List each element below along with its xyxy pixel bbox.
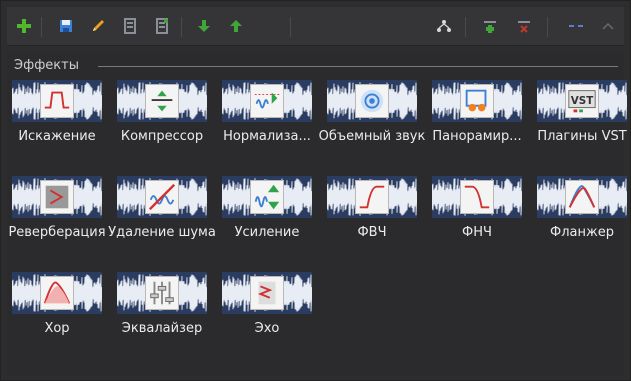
effect-label: Эхо	[254, 321, 280, 336]
toolbar-separator	[465, 17, 466, 37]
edit-icon[interactable]	[85, 13, 111, 39]
effect-tile[interactable]: ФНЧ	[425, 176, 529, 272]
effect-label: Искажение	[18, 129, 96, 144]
insert-icon[interactable]	[477, 13, 503, 39]
effect-label: Реверберация	[8, 225, 106, 240]
effect-thumbnail[interactable]	[327, 80, 417, 122]
effect-label: Объемный звук	[318, 129, 426, 144]
collapse-icon[interactable]	[563, 13, 589, 39]
effect-thumbnail[interactable]	[222, 272, 312, 314]
effect-thumbnail[interactable]	[222, 176, 312, 218]
reverb-icon	[40, 180, 74, 214]
effect-label: Компрессор	[120, 129, 204, 144]
effect-label: Эквалайзер	[121, 321, 203, 336]
effect-tile[interactable]: Эхо	[215, 272, 319, 368]
effect-thumbnail[interactable]	[117, 272, 207, 314]
effect-thumbnail[interactable]	[222, 80, 312, 122]
effect-tile[interactable]: Удаление шума	[108, 176, 216, 272]
effect-label: Плагины VST	[537, 129, 627, 144]
effect-tile[interactable]: Фланжер	[530, 176, 631, 272]
effect-label: Панорамир...	[432, 129, 522, 144]
effect-label: ФВЧ	[357, 225, 387, 240]
effect-label: ФНЧ	[462, 225, 492, 240]
effect-thumbnail[interactable]	[327, 176, 417, 218]
noise-removal-icon	[145, 180, 179, 214]
effect-label: Усиление	[234, 225, 300, 240]
echo-icon	[250, 276, 284, 310]
remove-icon[interactable]	[511, 13, 537, 39]
highpass-icon	[355, 180, 389, 214]
save-icon[interactable]	[53, 13, 79, 39]
group-divider	[98, 66, 618, 67]
effect-tile[interactable]: Хор	[5, 272, 109, 368]
effect-thumbnail[interactable]	[12, 272, 102, 314]
effect-thumbnail[interactable]	[12, 80, 102, 122]
toolbar	[7, 7, 624, 46]
panorama-icon	[460, 84, 494, 118]
effect-thumbnail[interactable]	[537, 176, 627, 218]
effect-label: Нормализа...	[223, 129, 311, 144]
effect-label: Хор	[44, 321, 70, 336]
effect-thumbnail[interactable]: VST	[537, 80, 627, 122]
effect-tile[interactable]: Компрессор	[110, 80, 214, 176]
preset-save-icon[interactable]	[149, 13, 175, 39]
toolbar-separator	[41, 17, 42, 37]
effect-tile[interactable]: Эквалайзер	[110, 272, 214, 368]
vst-plugins-icon: VST	[565, 84, 599, 118]
effect-label: Фланжер	[550, 225, 614, 240]
effect-thumbnail[interactable]	[117, 176, 207, 218]
move-up-icon[interactable]	[223, 13, 249, 39]
distortion-icon	[40, 84, 74, 118]
effect-thumbnail[interactable]	[117, 80, 207, 122]
lowpass-icon	[460, 180, 494, 214]
compressor-icon	[145, 84, 179, 118]
amplify-icon	[250, 180, 284, 214]
effect-tile[interactable]: Искажение	[5, 80, 109, 176]
effect-thumbnail[interactable]	[12, 176, 102, 218]
toolbar-separator	[181, 17, 182, 37]
effect-label: Удаление шума	[108, 225, 216, 240]
svg-text:VST: VST	[571, 95, 594, 107]
effect-tile[interactable]: Объемный звук	[319, 80, 425, 176]
preset-load-icon[interactable]	[117, 13, 143, 39]
effect-tile[interactable]: Реверберация	[5, 176, 109, 272]
effect-tile[interactable]: VST Плагины VST	[530, 80, 631, 176]
flanger-icon	[565, 180, 599, 214]
normalize-icon	[250, 84, 284, 118]
group-title: Эффекты	[14, 58, 85, 73]
effect-tile[interactable]: ФВЧ	[320, 176, 424, 272]
move-down-icon[interactable]	[191, 13, 217, 39]
effect-tile[interactable]: Усиление	[215, 176, 319, 272]
surround-icon	[355, 84, 389, 118]
merge-icon[interactable]	[431, 13, 457, 39]
equalizer-icon	[145, 276, 179, 310]
add-icon[interactable]	[11, 13, 37, 39]
toolbar-separator	[547, 17, 548, 37]
effect-thumbnail[interactable]	[432, 80, 522, 122]
effect-tile[interactable]: Нормализа...	[215, 80, 319, 176]
effect-tile[interactable]: Панорамир...	[425, 80, 529, 176]
toolbar-separator	[290, 17, 291, 37]
effect-thumbnail[interactable]	[432, 176, 522, 218]
chevron-up-icon[interactable]	[595, 13, 621, 39]
chorus-icon	[40, 276, 74, 310]
